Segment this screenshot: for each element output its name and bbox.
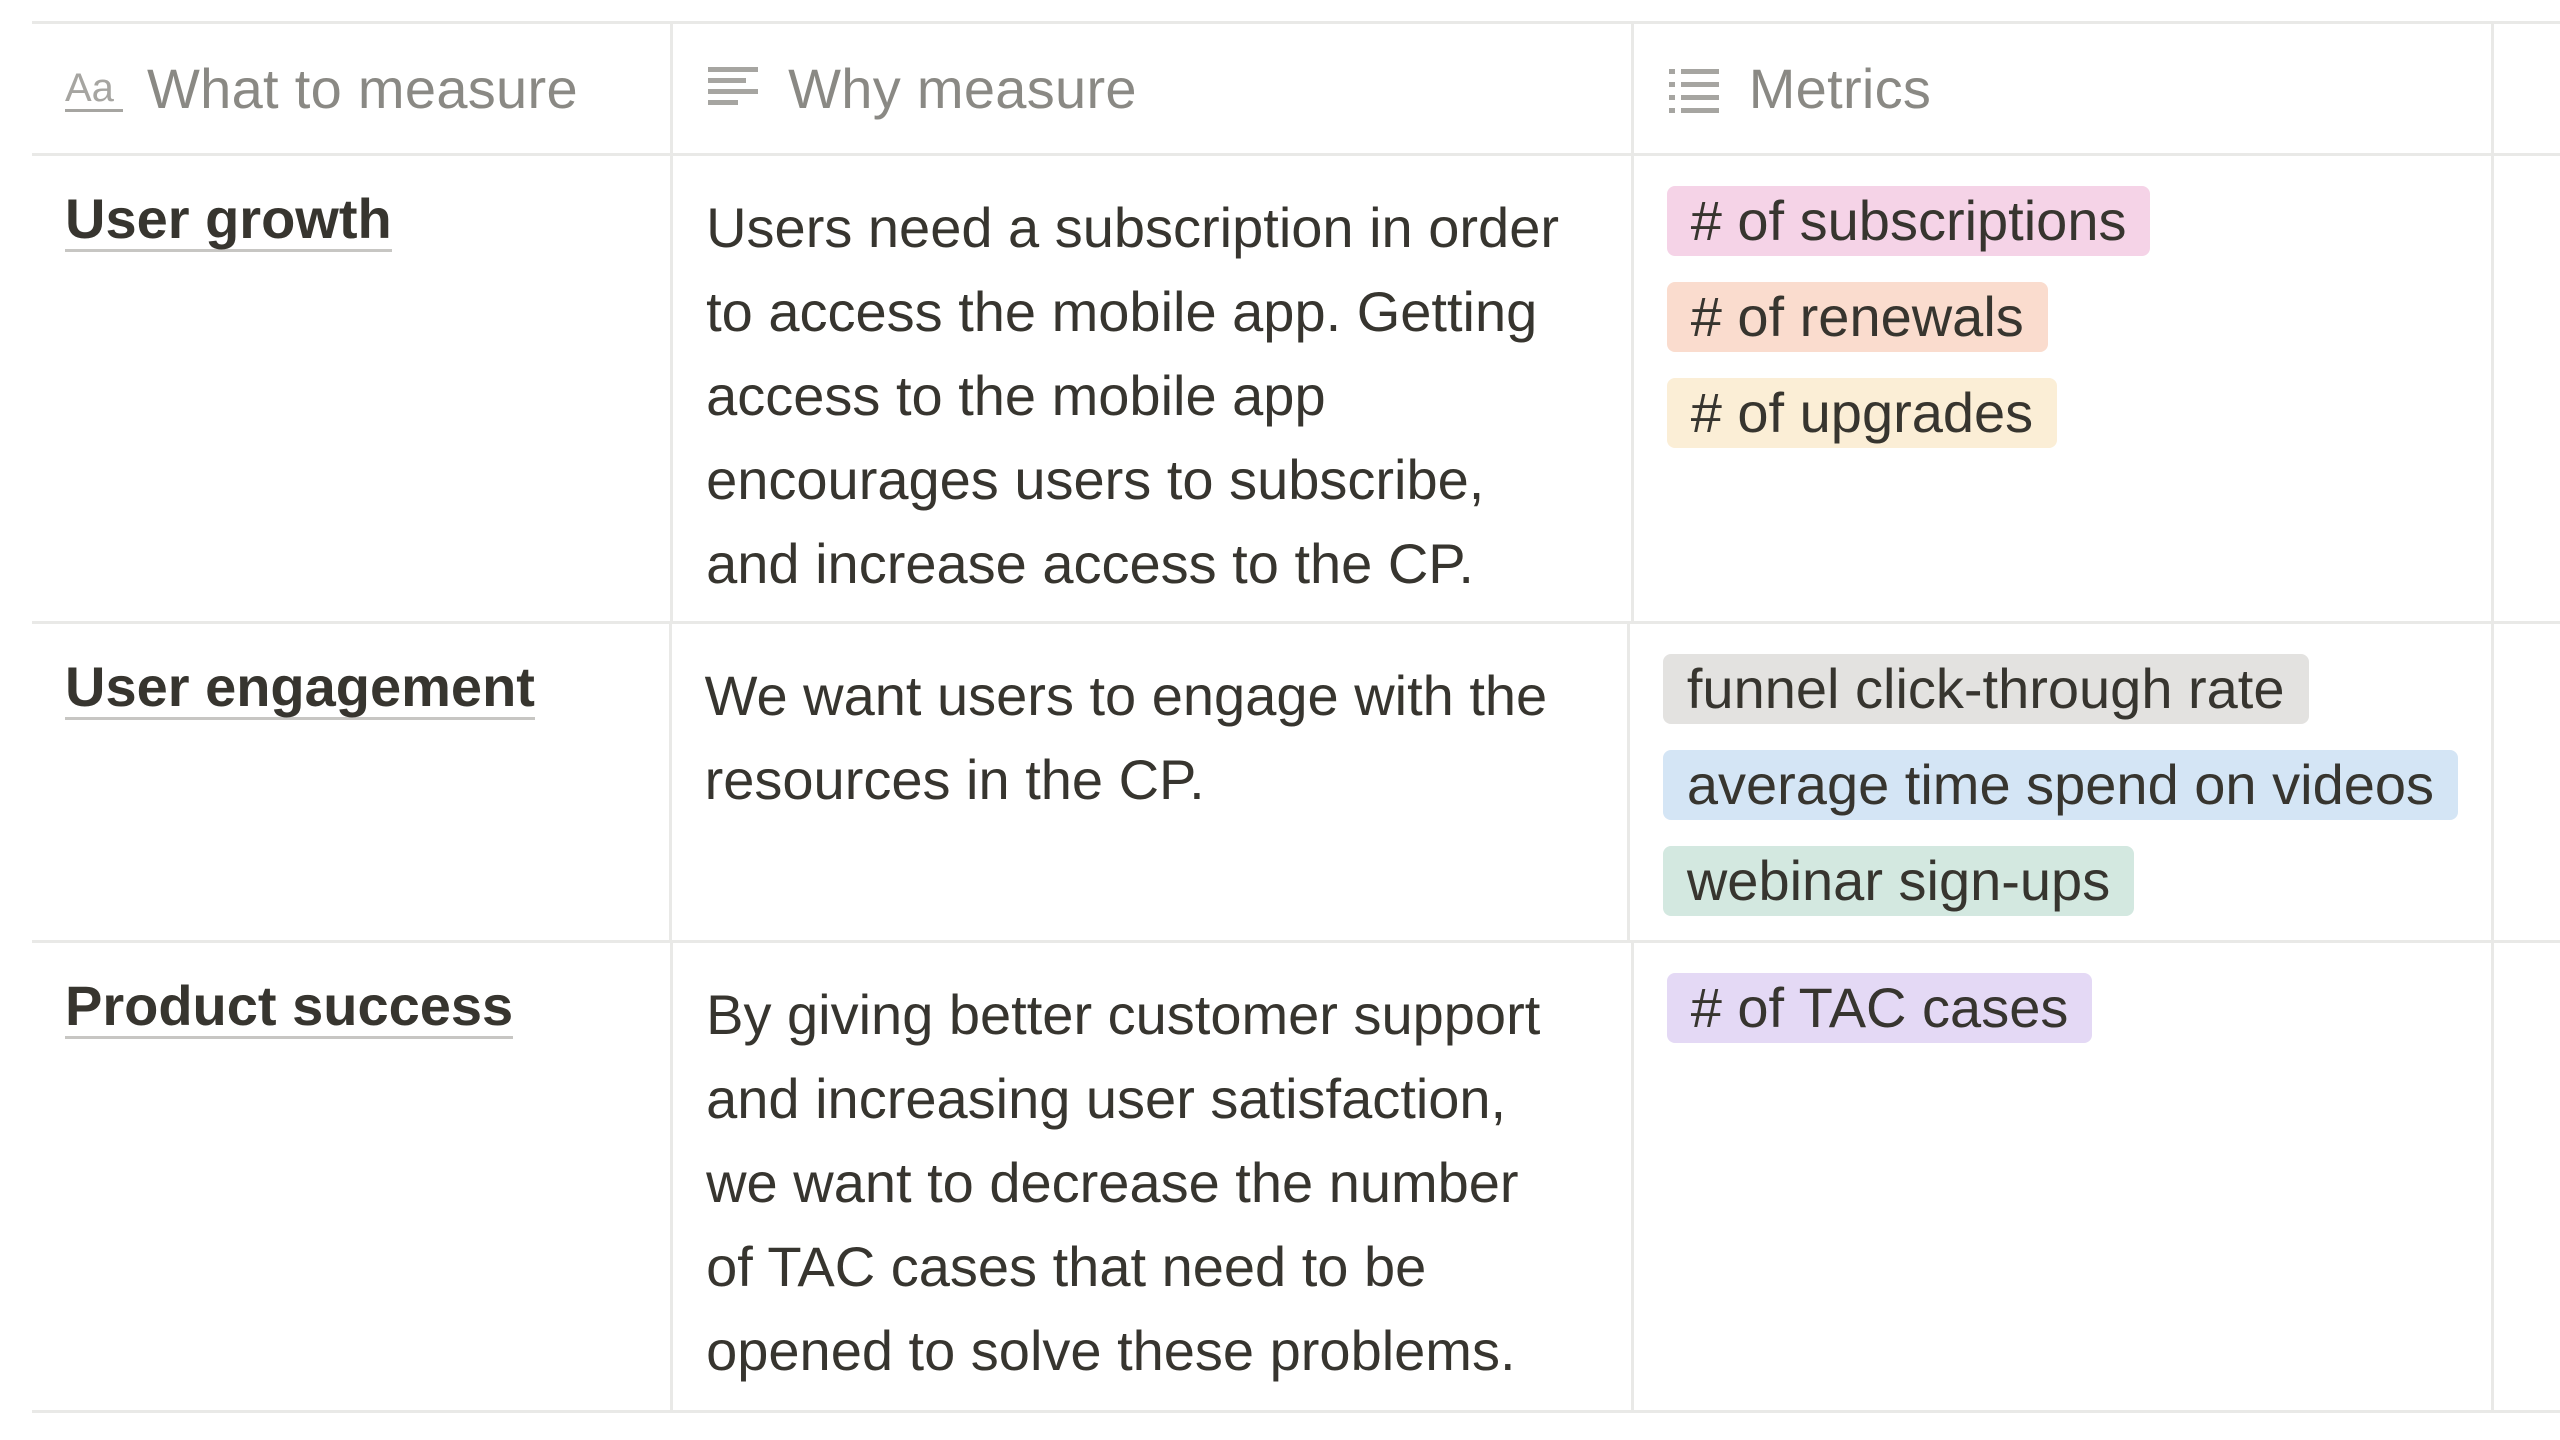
metric-tag[interactable]: # of renewals [1666, 282, 2048, 352]
metric-tag[interactable]: # of subscriptions [1666, 186, 2151, 256]
multi-select-property-icon [1668, 68, 1719, 113]
why-text: By giving better customer support and in… [706, 983, 1541, 1382]
why-cell[interactable]: We want users to engage with the resourc… [672, 624, 1630, 940]
metrics-tag-list: # of TAC cases [1666, 943, 2458, 1043]
column-header-overflow [2494, 24, 2560, 153]
title-property-icon: Aa [65, 66, 123, 112]
metric-tag[interactable]: # of TAC cases [1666, 973, 2093, 1043]
metrics-tag-list: funnel click-through rate average time s… [1662, 624, 2458, 916]
table-row: User engagement We want users to engage … [32, 624, 2560, 943]
row-title-link[interactable]: User growth [65, 189, 392, 252]
metric-tag[interactable]: # of upgrades [1666, 378, 2058, 448]
table-row: User growth Users need a subscription in… [32, 156, 2560, 624]
column-header-why-measure[interactable]: Why measure [673, 24, 1634, 153]
column-header-what-to-measure[interactable]: Aa What to measure [32, 24, 674, 153]
column-header-metrics[interactable]: Metrics [1634, 24, 2494, 153]
title-cell[interactable]: Product success [32, 943, 674, 1410]
table-header-row: Aa What to measure Why measure Metrics [32, 24, 2560, 156]
metric-tag[interactable]: webinar sign-ups [1662, 846, 2135, 916]
metrics-cell[interactable]: # of TAC cases [1634, 943, 2494, 1410]
database-table: Aa What to measure Why measure Metrics U… [32, 21, 2560, 1413]
column-header-label: What to measure [147, 57, 578, 120]
row-title-link[interactable]: User engagement [65, 657, 535, 720]
overflow-cell [2494, 156, 2560, 621]
why-text: We want users to engage with the resourc… [704, 664, 1548, 811]
text-property-icon [708, 66, 759, 105]
metric-tag[interactable]: average time spend on videos [1662, 750, 2458, 820]
column-header-label: Metrics [1748, 57, 1932, 120]
table-row: Product success By giving better custome… [32, 943, 2560, 1413]
why-cell[interactable]: By giving better customer support and in… [673, 943, 1634, 1410]
metrics-cell[interactable]: funnel click-through rate average time s… [1630, 624, 2494, 940]
title-cell[interactable]: User growth [32, 156, 674, 621]
metrics-cell[interactable]: # of subscriptions # of renewals # of up… [1634, 156, 2494, 621]
why-text: Users need a subscription in order to ac… [706, 196, 1559, 595]
overflow-cell [2494, 624, 2560, 940]
row-title-link[interactable]: Product success [65, 976, 514, 1039]
title-cell[interactable]: User engagement [32, 624, 672, 940]
column-header-label: Why measure [788, 57, 1137, 120]
why-cell[interactable]: Users need a subscription in order to ac… [673, 156, 1634, 621]
metric-tag[interactable]: funnel click-through rate [1662, 654, 2309, 724]
overflow-cell [2494, 943, 2560, 1410]
metrics-tag-list: # of subscriptions # of renewals # of up… [1666, 156, 2458, 448]
svg-text:Aa: Aa [65, 66, 115, 110]
